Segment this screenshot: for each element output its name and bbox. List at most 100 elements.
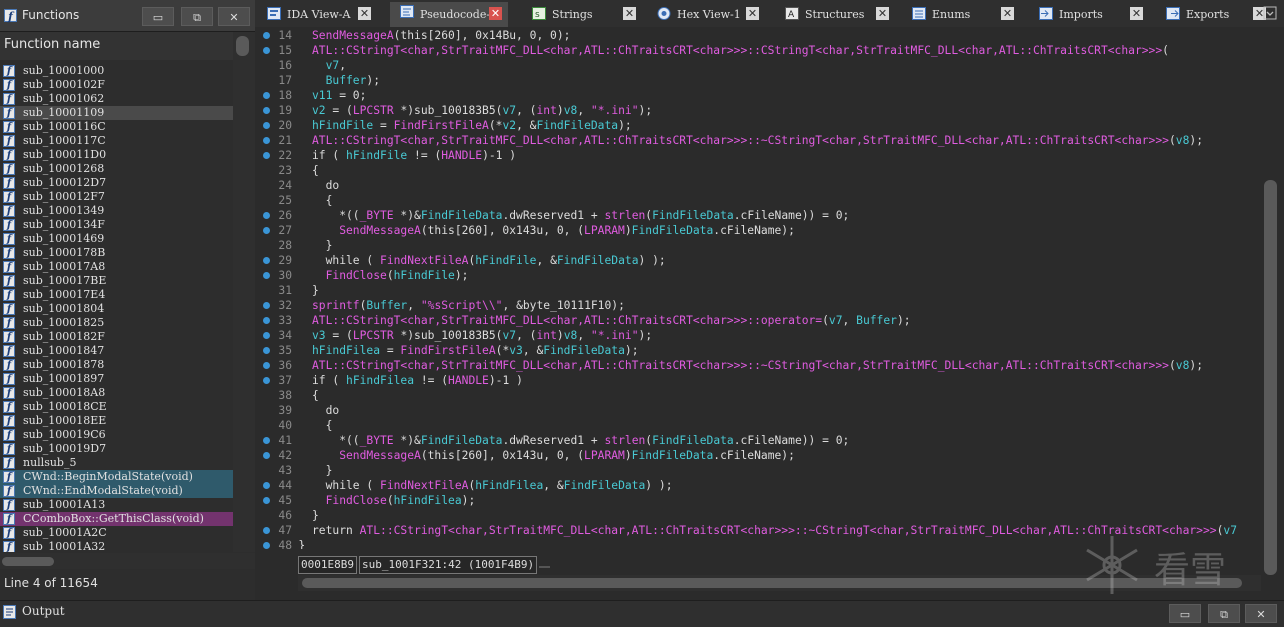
code-line[interactable]: 24 do	[255, 178, 1261, 193]
code-line[interactable]: 27 SendMessageA(this[260], 0x143u, 0, (LP…	[255, 223, 1261, 238]
breakpoint-marker-icon[interactable]	[263, 347, 270, 354]
code-line[interactable]: 20 hFindFile = FindFirstFileA(*v2, &FindF…	[255, 118, 1261, 133]
function-list-item[interactable]: f sub_100017E4	[0, 288, 233, 302]
function-list-item[interactable]: f sub_10001000	[0, 64, 233, 78]
breakpoint-marker-icon[interactable]	[263, 317, 270, 324]
function-list-item[interactable]: f sub_10001A2C	[0, 526, 233, 540]
code-vertical-scroll-thumb[interactable]	[1264, 180, 1277, 575]
code-line[interactable]: 15 ATL::CStringT<char,StrTraitMFC_DLL<cha…	[255, 43, 1261, 58]
output-restore-button[interactable]: ▭	[1169, 604, 1201, 623]
code-line[interactable]: 36 ATL::CStringT<char,StrTraitMFC_DLL<cha…	[255, 358, 1261, 373]
code-line[interactable]: 43}	[255, 463, 1261, 478]
code-line[interactable]: 22 if ( hFindFile != (HANDLE)-1 )	[255, 148, 1261, 163]
code-line[interactable]: 16 v7,	[255, 58, 1261, 73]
breakpoint-marker-icon[interactable]	[263, 47, 270, 54]
function-list-item[interactable]: f sub_1000116C	[0, 120, 233, 134]
function-list-item[interactable]: f sub_100019D7	[0, 442, 233, 456]
function-list-item[interactable]: f CComboBox::GetThisClass(void)	[0, 512, 233, 526]
code-line[interactable]: 18 v11 = 0;	[255, 88, 1261, 103]
function-list-item[interactable]: f sub_10001349	[0, 204, 233, 218]
output-float-button[interactable]: ⧉	[1208, 604, 1240, 623]
tab-hex-view-1[interactable]: Hex View-1 ✕	[647, 4, 765, 25]
breakpoint-marker-icon[interactable]	[263, 527, 270, 534]
tab-close-icon[interactable]: ✕	[746, 7, 759, 20]
code-line[interactable]: 42 SendMessageA(this[260], 0x143u, 0, (LP…	[255, 448, 1261, 463]
function-list-item[interactable]: f sub_1000117C	[0, 134, 233, 148]
function-list-item[interactable]: f sub_100018A8	[0, 386, 233, 400]
code-line[interactable]: 45 FindClose(hFindFilea);	[255, 493, 1261, 508]
function-list-item[interactable]: f sub_10001469	[0, 232, 233, 246]
function-list-item[interactable]: f CWnd::BeginModalState(void)	[0, 470, 233, 484]
function-list-item[interactable]: f sub_10001804	[0, 302, 233, 316]
code-line[interactable]: 39 do	[255, 403, 1261, 418]
tab-close-icon[interactable]: ✕	[876, 7, 889, 20]
tab-strings[interactable]: s Strings ✕	[522, 4, 642, 25]
function-list-item[interactable]: f sub_100018CE	[0, 400, 233, 414]
code-line[interactable]: 29 while ( FindNextFileA(hFindFile, &Find…	[255, 253, 1261, 268]
function-list-item[interactable]: f sub_1000178B	[0, 246, 233, 260]
breakpoint-marker-icon[interactable]	[263, 452, 270, 459]
function-list-item[interactable]: f sub_100012F7	[0, 190, 233, 204]
restore-button[interactable]: ▭	[142, 7, 174, 26]
breakpoint-marker-icon[interactable]	[263, 362, 270, 369]
code-line[interactable]: 40 {	[255, 418, 1261, 433]
tab-close-icon[interactable]: ✕	[358, 7, 371, 20]
function-list-horizontal-scroll-thumb[interactable]	[2, 557, 54, 566]
function-list-item[interactable]: f sub_100019C6	[0, 428, 233, 442]
function-list-vertical-scroll-thumb[interactable]	[236, 36, 249, 56]
breakpoint-marker-icon[interactable]	[263, 152, 270, 159]
breakpoint-marker-icon[interactable]	[263, 257, 270, 264]
breakpoint-marker-icon[interactable]	[263, 272, 270, 279]
function-list-item[interactable]: f sub_100017A8	[0, 260, 233, 274]
function-list-item[interactable]: f sub_10001A32	[0, 540, 233, 552]
code-line[interactable]: 31}	[255, 283, 1261, 298]
code-line[interactable]: 19 v2 = (LPCSTR *)sub_100183B5(v7, (int)v…	[255, 103, 1261, 118]
code-line[interactable]: 34 v3 = (LPCSTR *)sub_100183B5(v7, (int)v…	[255, 328, 1261, 343]
float-button[interactable]: ⧉	[181, 7, 213, 26]
function-list-item[interactable]: f nullsub_5	[0, 456, 233, 470]
function-list-item[interactable]: f sub_10001109	[0, 106, 233, 120]
code-line[interactable]: 46}	[255, 508, 1261, 523]
tab-imports[interactable]: Imports ✕	[1029, 4, 1149, 25]
code-line[interactable]: 37 if ( hFindFilea != (HANDLE)-1 )	[255, 373, 1261, 388]
function-list-item[interactable]: f sub_1000134F	[0, 218, 233, 232]
function-list-item[interactable]: f sub_1000182F	[0, 330, 233, 344]
code-line[interactable]: 41 *((_BYTE *)&FindFileData.dwReserved1 +…	[255, 433, 1261, 448]
code-line[interactable]: 25 {	[255, 193, 1261, 208]
breakpoint-marker-icon[interactable]	[263, 377, 270, 384]
code-line[interactable]: 26 *((_BYTE *)&FindFileData.dwReserved1 +…	[255, 208, 1261, 223]
breakpoint-marker-icon[interactable]	[263, 227, 270, 234]
code-line[interactable]: 28}	[255, 238, 1261, 253]
breakpoint-marker-icon[interactable]	[263, 302, 270, 309]
function-list-item[interactable]: f sub_10001062	[0, 92, 233, 106]
function-list-item[interactable]: f sub_10001825	[0, 316, 233, 330]
breakpoint-marker-icon[interactable]	[263, 107, 270, 114]
pseudocode-view[interactable]: 14 SendMessageA(this[260], 0x14Bu, 0, 0);…	[255, 27, 1261, 549]
tab-pseudocode-a[interactable]: Pseudocode-A ✕	[390, 2, 508, 27]
function-list-item[interactable]: f sub_100012D7	[0, 176, 233, 190]
output-close-button[interactable]: ✕	[1245, 604, 1277, 623]
function-list-item[interactable]: f sub_10001897	[0, 372, 233, 386]
tab-close-icon[interactable]: ✕	[489, 7, 502, 20]
close-button[interactable]: ✕	[218, 7, 250, 26]
function-list-item[interactable]: f sub_100017BE	[0, 274, 233, 288]
tab-close-icon[interactable]: ✕	[1130, 7, 1143, 20]
function-list-item[interactable]: f sub_1000102F	[0, 78, 233, 92]
breakpoint-marker-icon[interactable]	[263, 92, 270, 99]
tab-close-icon[interactable]: ✕	[623, 7, 636, 20]
tab-list-menu-icon[interactable]	[1263, 6, 1277, 20]
code-line[interactable]: 23 {	[255, 163, 1261, 178]
breakpoint-marker-icon[interactable]	[263, 212, 270, 219]
function-list-item[interactable]: f sub_100018EE	[0, 414, 233, 428]
breakpoint-marker-icon[interactable]	[263, 437, 270, 444]
function-list-item[interactable]: f sub_10001A13	[0, 498, 233, 512]
function-list-vertical-scrollbar[interactable]	[233, 32, 255, 552]
breakpoint-marker-icon[interactable]	[263, 542, 270, 549]
code-line[interactable]: 35 hFindFilea = FindFirstFileA(*v3, &Find…	[255, 343, 1261, 358]
breakpoint-marker-icon[interactable]	[263, 32, 270, 39]
breakpoint-marker-icon[interactable]	[263, 497, 270, 504]
function-list-item[interactable]: f sub_100011D0	[0, 148, 233, 162]
code-line[interactable]: 21 ATL::CStringT<char,StrTraitMFC_DLL<cha…	[255, 133, 1261, 148]
code-line[interactable]: 33 ATL::CStringT<char,StrTraitMFC_DLL<cha…	[255, 313, 1261, 328]
code-line[interactable]: 32 sprintf(Buffer, "%sScript\\", &byte_10…	[255, 298, 1261, 313]
